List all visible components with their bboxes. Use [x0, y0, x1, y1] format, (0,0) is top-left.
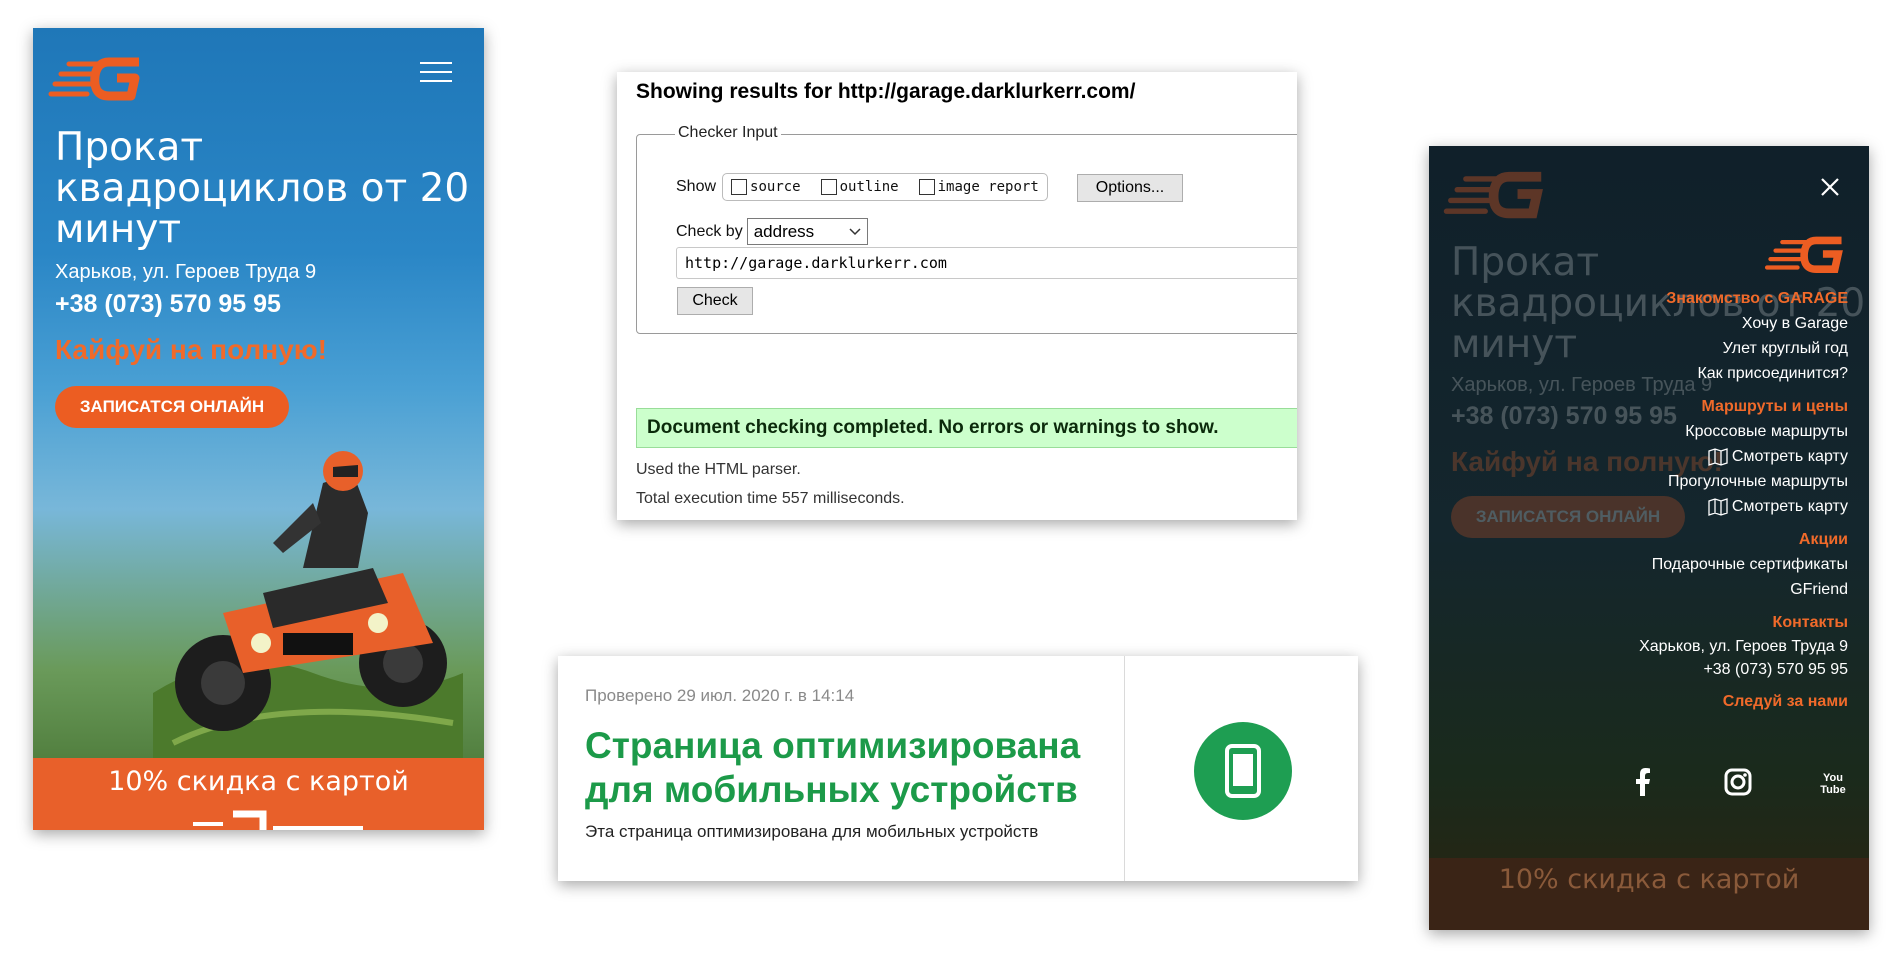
checker-input-legend: Checker Input	[675, 124, 781, 142]
show-options-row: Show source outline image report	[676, 172, 1048, 202]
contact-phone[interactable]: +38 (073) 570 95 95	[1468, 658, 1848, 681]
menu-item[interactable]: GFriend	[1468, 577, 1848, 602]
menu-item-label: Смотреть карту	[1731, 498, 1848, 515]
garage-logo-icon-background	[1443, 171, 1543, 219]
map-icon	[1708, 497, 1728, 516]
close-icon[interactable]	[1819, 176, 1841, 198]
menu-item[interactable]: Смотреть карту	[1468, 444, 1848, 469]
menu-item-label: Смотреть карту	[1731, 448, 1848, 465]
menu-item-label: Кроссовые маршруты	[1685, 423, 1848, 440]
hero-slogan: Кайфуй на полную!	[55, 334, 328, 365]
menu-section-heading[interactable]: Знакомство с GARAGE	[1468, 287, 1848, 311]
check-by-value: address	[753, 221, 815, 241]
atv-rider-image	[153, 451, 463, 763]
show-source-checkbox[interactable]: source	[731, 179, 801, 195]
show-image-report-checkbox[interactable]: image report	[918, 179, 1039, 195]
mobile-menu-overlay-screenshot: Прокат квадроциклов от 20 минут Харьков,…	[1429, 146, 1869, 930]
navigation-menu: Знакомство с GARAGE Хочу в Garage Улет к…	[1468, 287, 1848, 714]
checker-results-title: Showing results for http://garage.darklu…	[636, 80, 1136, 103]
html-checker-panel: Showing results for http://garage.darklu…	[617, 72, 1297, 520]
youtube-icon[interactable]: You Tube	[1818, 767, 1848, 797]
checked-date: Проверено 29 июл. 2020 г. в 14:14	[585, 686, 855, 705]
facebook-icon[interactable]	[1628, 767, 1658, 797]
contacts-heading[interactable]: Контакты	[1468, 611, 1848, 635]
discount-banner-text: 10% скидка с картой	[108, 766, 409, 797]
check-by-row: Check by address	[676, 218, 868, 245]
hamburger-menu-icon[interactable]	[420, 62, 452, 84]
show-options-group: source outline image report	[722, 173, 1048, 201]
checkbox-image-report[interactable]	[918, 179, 935, 195]
hero-title: Прокат квадроциклов от 20 минут	[55, 125, 470, 252]
show-label: Show	[676, 178, 717, 195]
checkbox-source[interactable]	[731, 179, 748, 195]
url-input[interactable]: http://garage.darklurkerr.com	[676, 247, 1297, 279]
garage-logo-icon[interactable]	[1761, 232, 1851, 276]
menu-item-label: Прогулочные маршруты	[1667, 473, 1848, 490]
menu-item[interactable]: Улет круглый год	[1468, 336, 1848, 361]
success-message: Document checking completed. No errors o…	[636, 408, 1297, 448]
check-button[interactable]: Check	[677, 287, 753, 315]
check-by-label: Check by	[676, 222, 743, 240]
gfriend-logo-icon	[183, 810, 363, 830]
check-by-select[interactable]: address	[746, 218, 868, 245]
menu-item[interactable]: Хочу в Garage	[1468, 311, 1848, 336]
execution-time: Total execution time 557 milliseconds.	[636, 490, 905, 507]
discount-banner[interactable]: 10% скидка с картой	[33, 758, 484, 830]
menu-item-label: GFriend	[1790, 581, 1848, 598]
contact-address: Харьков, ул. Героев Труда 9	[1639, 638, 1848, 655]
menu-item-label: Подарочные сертификаты	[1651, 556, 1848, 573]
hero-address: Харьков, ул. Героев Труда 9	[55, 261, 317, 283]
follow-us-heading: Следуй за нами	[1722, 693, 1848, 710]
mobile-friendly-title: Страница оптимизирована для мобильных ус…	[585, 725, 1081, 810]
background-discount-banner: 10% скидка с картой	[1429, 858, 1869, 930]
social-links: You Tube	[1628, 762, 1848, 802]
hero-phone[interactable]: +38 (073) 570 95 95	[55, 290, 281, 319]
option-source-label: source	[750, 179, 801, 195]
garage-logo-icon[interactable]	[47, 52, 147, 104]
menu-item[interactable]: Кроссовые маршруты	[1468, 419, 1848, 444]
option-outline-label: outline	[839, 179, 899, 195]
book-online-button[interactable]: ЗАПИСАТСЯ ОНЛАЙН	[55, 386, 289, 428]
mobile-phone-icon	[1194, 722, 1292, 820]
mobile-hero-screenshot: Прокат квадроциклов от 20 минут Харьков,…	[33, 28, 484, 830]
menu-section-heading[interactable]: Маршруты и цены	[1468, 395, 1848, 419]
show-outline-checkbox[interactable]: outline	[820, 179, 899, 195]
option-image-report-label: image report	[937, 179, 1039, 195]
options-button[interactable]: Options...	[1077, 174, 1183, 202]
menu-item-label: Хочу в Garage	[1741, 315, 1848, 332]
menu-item[interactable]: Смотреть карту	[1468, 494, 1848, 519]
parser-note: Used the HTML parser.	[636, 461, 801, 478]
chevron-down-icon	[849, 227, 861, 235]
menu-item-label: Улет круглый год	[1722, 340, 1848, 357]
menu-item[interactable]: Как присоединится?	[1468, 361, 1848, 386]
mobile-friendly-result-panel: Проверено 29 июл. 2020 г. в 14:14 Страни…	[558, 656, 1358, 881]
menu-item[interactable]: Подарочные сертификаты	[1468, 552, 1848, 577]
youtube-icon-label: You Tube	[1820, 772, 1845, 796]
menu-item-label: Как присоединится?	[1697, 365, 1848, 382]
mobile-friendly-subtitle: Эта страница оптимизирована для мобильны…	[585, 822, 1039, 841]
panel-divider	[1124, 656, 1125, 881]
instagram-icon[interactable]	[1723, 767, 1753, 797]
checkbox-outline[interactable]	[820, 179, 837, 195]
menu-item[interactable]: Прогулочные маршруты	[1468, 469, 1848, 494]
map-icon	[1708, 447, 1728, 466]
menu-section-heading[interactable]: Акции	[1468, 528, 1848, 552]
background-discount-banner-text: 10% скидка с картой	[1498, 864, 1800, 895]
